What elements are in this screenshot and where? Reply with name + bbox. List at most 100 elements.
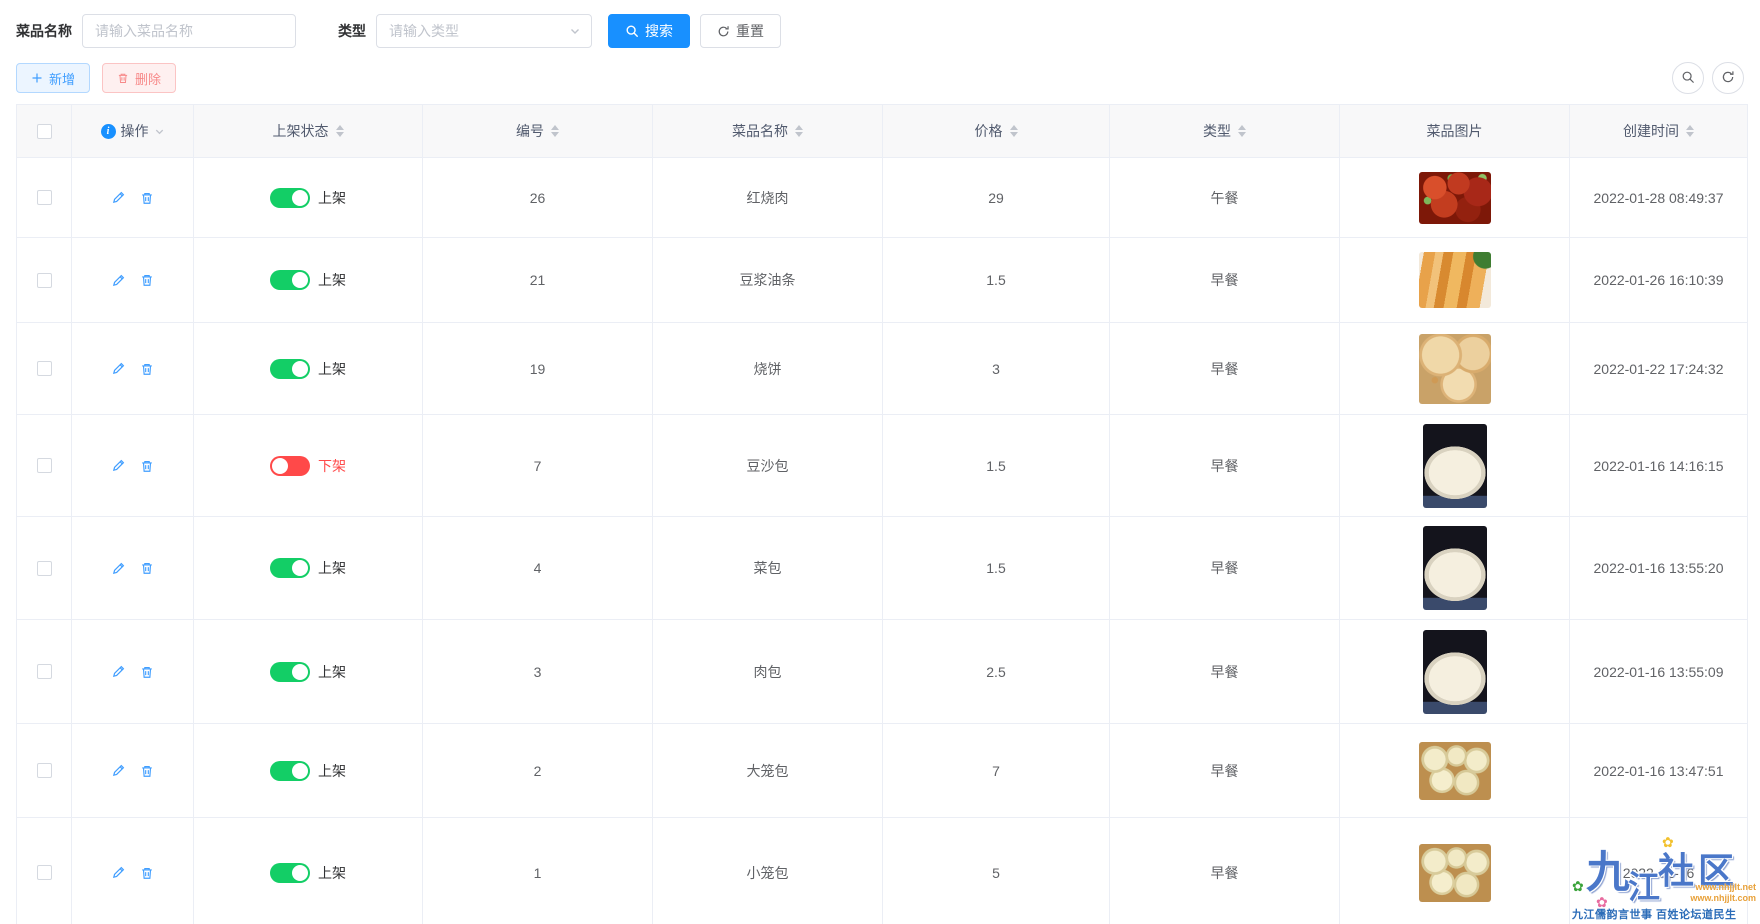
- operation-cell: [72, 517, 194, 619]
- header-created[interactable]: 创建时间: [1570, 105, 1747, 157]
- edit-icon[interactable]: [111, 273, 126, 288]
- header-price[interactable]: 价格: [883, 105, 1110, 157]
- header-price-label: 价格: [975, 121, 1003, 141]
- info-circle-icon[interactable]: i: [101, 124, 116, 139]
- add-button-label: 新增: [49, 69, 75, 88]
- sort-icon[interactable]: [551, 125, 559, 137]
- type-select[interactable]: 请输入类型: [376, 14, 592, 48]
- table-row: 上架 4 菜包 1.5 早餐 2022-01-16 13:55:20: [17, 517, 1747, 620]
- search-button[interactable]: 搜索: [608, 14, 690, 48]
- header-checkbox-cell: [17, 105, 72, 157]
- row-checkbox[interactable]: [37, 763, 52, 778]
- select-all-checkbox[interactable]: [37, 124, 52, 139]
- status-toggle[interactable]: [270, 456, 310, 476]
- sort-icon[interactable]: [795, 125, 803, 137]
- status-label: 上架: [318, 359, 346, 379]
- delete-icon[interactable]: [140, 273, 154, 287]
- table-row: 下架 7 豆沙包 1.5 早餐 2022-01-16 14:16:15: [17, 415, 1747, 517]
- dish-type: 早餐: [1110, 620, 1340, 723]
- operation-cell: [72, 620, 194, 723]
- edit-icon[interactable]: [111, 865, 126, 880]
- operation-cell: [72, 238, 194, 322]
- row-checkbox[interactable]: [37, 865, 52, 880]
- table-row: 上架 2 大笼包 7 早餐 2022-01-16 13:47:51: [17, 724, 1747, 818]
- dish-image: [1419, 844, 1491, 902]
- dish-image: [1423, 630, 1487, 714]
- table-row: 上架 21 豆浆油条 1.5 早餐 2022-01-26 16:10:39: [17, 238, 1747, 323]
- created-time: 2022-01-16: [1570, 818, 1747, 924]
- delete-icon[interactable]: [140, 561, 154, 575]
- dish-price: 5: [883, 818, 1110, 924]
- status-toggle[interactable]: [270, 188, 310, 208]
- sort-icon[interactable]: [336, 125, 344, 137]
- status-label: 上架: [318, 662, 346, 682]
- dish-type: 早餐: [1110, 818, 1340, 924]
- dish-name: 肉包: [653, 620, 883, 723]
- dish-image-cell: [1340, 818, 1570, 924]
- header-name[interactable]: 菜品名称: [653, 105, 883, 157]
- dish-id: 19: [423, 323, 653, 414]
- header-status[interactable]: 上架状态: [194, 105, 423, 157]
- status-toggle[interactable]: [270, 863, 310, 883]
- dish-name: 豆沙包: [653, 415, 883, 516]
- created-time: 2022-01-16 13:47:51: [1570, 724, 1747, 817]
- header-id[interactable]: 编号: [423, 105, 653, 157]
- row-checkbox[interactable]: [37, 458, 52, 473]
- delete-icon[interactable]: [140, 459, 154, 473]
- delete-icon[interactable]: [140, 191, 154, 205]
- header-type[interactable]: 类型: [1110, 105, 1340, 157]
- dish-name-input[interactable]: [82, 14, 296, 48]
- search-button-label: 搜索: [645, 21, 673, 41]
- status-toggle[interactable]: [270, 662, 310, 682]
- plus-icon: [31, 72, 43, 84]
- table-refresh-circle-button[interactable]: [1712, 62, 1744, 94]
- edit-icon[interactable]: [111, 664, 126, 679]
- header-created-label: 创建时间: [1623, 121, 1679, 141]
- sort-icon[interactable]: [1686, 125, 1694, 137]
- status-toggle[interactable]: [270, 359, 310, 379]
- dish-name: 豆浆油条: [653, 238, 883, 322]
- dish-price: 1.5: [883, 238, 1110, 322]
- reset-button[interactable]: 重置: [700, 14, 781, 48]
- sort-icon[interactable]: [1238, 125, 1246, 137]
- table-search-circle-button[interactable]: [1672, 62, 1704, 94]
- delete-icon[interactable]: [140, 362, 154, 376]
- dish-price: 29: [883, 158, 1110, 237]
- row-checkbox[interactable]: [37, 561, 52, 576]
- dish-type: 早餐: [1110, 724, 1340, 817]
- row-checkbox[interactable]: [37, 664, 52, 679]
- table-row: 上架 26 红烧肉 29 午餐 2022-01-28 08:49:37: [17, 158, 1747, 238]
- row-checkbox[interactable]: [37, 190, 52, 205]
- add-button[interactable]: 新增: [16, 63, 90, 93]
- header-image: 菜品图片: [1340, 105, 1570, 157]
- edit-icon[interactable]: [111, 458, 126, 473]
- dish-id: 7: [423, 415, 653, 516]
- chevron-down-icon[interactable]: [154, 126, 165, 137]
- status-toggle[interactable]: [270, 558, 310, 578]
- delete-icon[interactable]: [140, 866, 154, 880]
- delete-icon[interactable]: [140, 764, 154, 778]
- row-checkbox[interactable]: [37, 361, 52, 376]
- sort-icon[interactable]: [1010, 125, 1018, 137]
- status-cell: 上架: [194, 724, 423, 817]
- dish-image: [1419, 742, 1491, 800]
- status-label: 上架: [318, 558, 346, 578]
- delete-icon[interactable]: [140, 665, 154, 679]
- status-toggle[interactable]: [270, 761, 310, 781]
- created-time: 2022-01-16 13:55:09: [1570, 620, 1747, 723]
- row-checkbox-cell: [17, 620, 72, 723]
- status-label: 上架: [318, 188, 346, 208]
- edit-icon[interactable]: [111, 763, 126, 778]
- status-toggle[interactable]: [270, 270, 310, 290]
- delete-button[interactable]: 删除: [102, 63, 176, 93]
- edit-icon[interactable]: [111, 361, 126, 376]
- dish-id: 4: [423, 517, 653, 619]
- row-checkbox[interactable]: [37, 273, 52, 288]
- row-checkbox-cell: [17, 238, 72, 322]
- dish-type: 早餐: [1110, 238, 1340, 322]
- edit-icon[interactable]: [111, 190, 126, 205]
- dish-name: 烧饼: [653, 323, 883, 414]
- dish-image: [1419, 172, 1491, 224]
- table-row: 上架 3 肉包 2.5 早餐 2022-01-16 13:55:09: [17, 620, 1747, 724]
- edit-icon[interactable]: [111, 561, 126, 576]
